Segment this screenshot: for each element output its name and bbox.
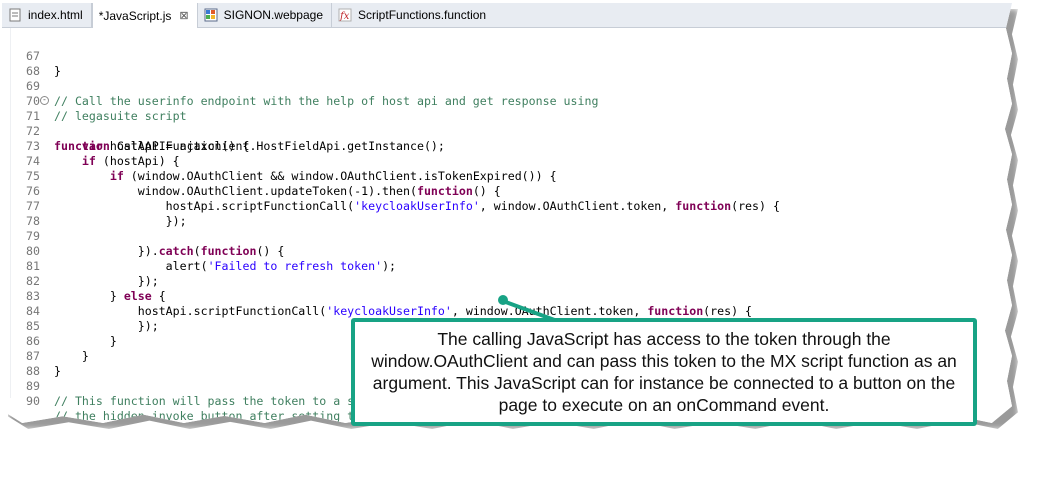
code-line: 77 }); (2, 184, 1012, 228)
code-line: 80 alert('Failed to refresh token'); (2, 229, 1012, 273)
code-line: 84 }); (2, 289, 1012, 333)
tab-signon-webpage[interactable]: SIGNON.webpage (198, 3, 333, 27)
html-file-icon (8, 8, 22, 22)
code-line: 85 } (2, 304, 1012, 348)
tab-javascript-js[interactable]: *JavaScript.js ⊠ (91, 3, 198, 28)
code-line: 83 hostApi.scriptFunctionCall('keycloakU… (2, 274, 1012, 318)
line-number: 90 (26, 394, 40, 408)
code-line: 68 (2, 49, 1012, 78)
code-line: 76 hostApi.scriptFunctionCall('keycloakU… (2, 169, 1012, 213)
callout-text: The calling JavaScript has access to the… (371, 329, 957, 415)
svg-text:fx: fx (339, 11, 350, 22)
code-line: 79 }).catch(function() { (2, 214, 1012, 258)
tab-label: *JavaScript.js (98, 8, 172, 23)
editor-tab-bar: index.html *JavaScript.js ⊠ SIGNON.webpa… (2, 3, 1012, 28)
webpage-file-icon (204, 8, 218, 22)
code-line: 67 } (2, 34, 1012, 78)
code-line: 73 if (hostApi) { (2, 124, 1012, 168)
code-line: 69 // Call the userinfo endpoint with th… (2, 64, 1012, 108)
code-line: 75 window.OAuthClient.updateToken(-1).th… (2, 154, 1012, 198)
code-line: 70 // legasuite script (2, 79, 1012, 123)
code-line: 78 (2, 199, 1012, 228)
code-line: 82 } else { (2, 259, 1012, 303)
tab-index-html[interactable]: index.html (2, 3, 92, 27)
code-line: 71 - function CallAPIFunction() { (2, 94, 1012, 154)
code-line: 81 }); (2, 244, 1012, 288)
tab-label: ScriptFunctions.function (358, 8, 487, 22)
function-file-icon: fx (338, 8, 352, 22)
tab-label: index.html (28, 8, 83, 22)
close-icon[interactable]: ⊠ (179, 9, 188, 22)
tab-label: SIGNON.webpage (223, 8, 324, 22)
fold-toggle-icon[interactable]: - (40, 96, 49, 105)
code-line: 74 if (window.OAuthClient && window.OAut… (2, 139, 1012, 183)
tab-scriptfunctions-function[interactable]: fx ScriptFunctions.function (332, 3, 494, 27)
line-text: // This function will pass the token to … (54, 394, 355, 408)
annotation-callout: The calling JavaScript has access to the… (351, 318, 977, 426)
code-line: 72 var hostApi = ajaxclient.HostFieldApi… (2, 109, 1012, 153)
